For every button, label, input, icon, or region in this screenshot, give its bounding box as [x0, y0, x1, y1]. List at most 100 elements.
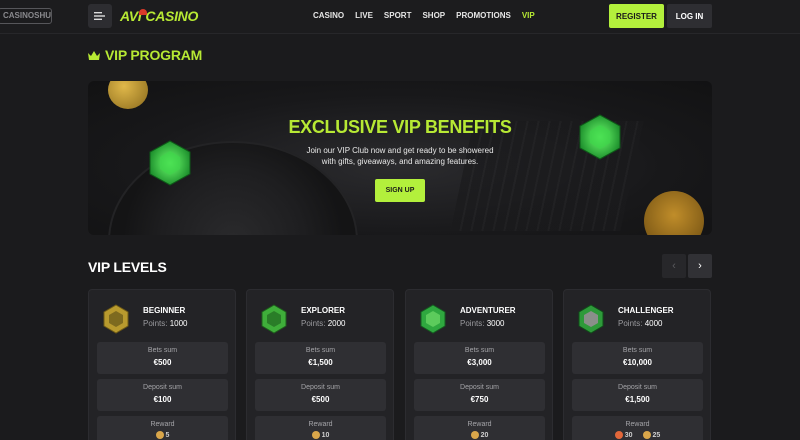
level-name: ADVENTURER: [460, 306, 516, 315]
carousel-next-button[interactable]: ›: [688, 254, 712, 278]
bets-sum-value: €3,000: [467, 358, 492, 367]
challenger-badge-icon: [578, 304, 604, 334]
banner-text: Join our VIP Club now and get ready to b…: [306, 146, 494, 166]
points-label: Points:: [460, 319, 485, 328]
nav-casino[interactable]: CASINO: [313, 11, 344, 20]
bets-sum-value: €10,000: [623, 358, 652, 367]
reward-value: 30: [624, 431, 633, 439]
points-value: 3000: [486, 319, 505, 328]
nav-shop[interactable]: SHOP: [422, 11, 445, 20]
vip-level-card: CHALLENGER Points: 4000 Bets sum €10,000 …: [563, 289, 711, 440]
points-label: Points:: [618, 319, 643, 328]
deposit-sum-box: Deposit sum €1,500: [572, 379, 703, 411]
main-nav: CASINO LIVE SPORT SHOP PROMOTIONS VIP: [313, 11, 546, 20]
points-value: 2000: [327, 319, 346, 328]
level-points: Points: 1000: [143, 319, 188, 328]
nav-promotions[interactable]: PROMOTIONS: [456, 11, 511, 20]
reward-label: Reward: [150, 421, 175, 428]
level-name: CHALLENGER: [618, 306, 674, 315]
logo-text-2: CASINO: [145, 8, 199, 24]
chevron-right-icon: ›: [698, 260, 702, 272]
menu-toggle-button[interactable]: [88, 4, 112, 28]
bets-sum-label: Bets sum: [622, 347, 653, 354]
nav-live[interactable]: LIVE: [355, 11, 373, 20]
deposit-sum-label: Deposit sum: [618, 384, 657, 391]
reward-value: 25: [652, 431, 661, 439]
bets-sum-box: Bets sum €3,000: [414, 342, 545, 374]
bets-sum-value: €500: [153, 358, 172, 367]
chevron-left-icon: ‹: [672, 260, 676, 272]
vip-level-card: ADVENTURER Points: 3000 Bets sum €3,000 D…: [405, 289, 553, 440]
reward-label: Reward: [308, 421, 333, 428]
reward-value: 20: [480, 431, 489, 439]
green-gem-icon: [149, 140, 191, 186]
logo-text-1: AVI: [120, 8, 142, 24]
reward-box: Reward 5: [97, 416, 228, 440]
points-label: Points:: [143, 319, 168, 328]
bets-sum-label: Bets sum: [464, 347, 495, 354]
banner-title: EXCLUSIVE VIP BENEFITS: [288, 117, 512, 137]
header: CASINOSHUNTER AVICASINO CASINO LIVE SPOR…: [0, 0, 800, 34]
crown-icon: [88, 50, 100, 60]
spin-icon: [614, 431, 623, 439]
level-name: EXPLORER: [301, 306, 346, 315]
coin-image: [644, 191, 704, 235]
bets-sum-value: €1,500: [308, 358, 333, 367]
deposit-sum-label: Deposit sum: [143, 384, 182, 391]
vip-banner: EXCLUSIVE VIP BENEFITS Join our VIP Club…: [88, 81, 712, 235]
vip-level-card: EXPLORER Points: 2000 Bets sum €1,500 Dep…: [246, 289, 394, 440]
vip-program-heading: VIP PROGRAM: [88, 47, 202, 63]
reward-box: Reward 20: [414, 416, 545, 440]
coin-icon: [311, 431, 320, 439]
adventurer-badge-icon: [420, 304, 446, 334]
coin-icon: [155, 431, 164, 439]
bets-sum-label: Bets sum: [147, 347, 178, 354]
deposit-sum-value: €100: [153, 395, 172, 404]
deposit-sum-box: Deposit sum €750: [414, 379, 545, 411]
level-points: Points: 2000: [301, 319, 346, 328]
reward-value: 5: [165, 431, 170, 439]
deposit-sum-value: €750: [470, 395, 489, 404]
watermark-logo: CASINOSHUNTER: [0, 8, 52, 24]
carousel-prev-button[interactable]: ‹: [662, 254, 686, 278]
bets-sum-box: Bets sum €10,000: [572, 342, 703, 374]
reward-item: 10: [311, 431, 330, 439]
deposit-sum-label: Deposit sum: [460, 384, 499, 391]
points-label: Points:: [301, 319, 326, 328]
reward-value: 10: [321, 431, 330, 439]
explorer-badge-icon: [261, 304, 287, 334]
sign-up-button[interactable]: SIGN UP: [375, 179, 425, 202]
nav-sport[interactable]: SPORT: [384, 11, 412, 20]
coin-image: [108, 81, 148, 109]
reward-item: 20: [470, 431, 489, 439]
deposit-sum-box: Deposit sum €100: [97, 379, 228, 411]
reward-item: 5: [155, 431, 170, 439]
reward-label: Reward: [625, 421, 650, 428]
bets-sum-box: Bets sum €500: [97, 342, 228, 374]
vip-program-title: VIP PROGRAM: [105, 47, 203, 63]
coin-icon: [642, 431, 651, 439]
bets-sum-label: Bets sum: [305, 347, 336, 354]
santa-hat-icon: [139, 9, 148, 15]
vip-levels-title: VIP LEVELS: [88, 259, 167, 275]
reward-item: 30: [614, 431, 633, 439]
level-name: BEGINNER: [143, 306, 186, 315]
register-button[interactable]: REGISTER: [609, 4, 664, 28]
points-value: 4000: [644, 319, 663, 328]
level-points: Points: 3000: [460, 319, 505, 328]
level-points: Points: 4000: [618, 319, 663, 328]
points-value: 1000: [169, 319, 188, 328]
beginner-badge-icon: [103, 304, 129, 334]
nav-vip[interactable]: VIP: [522, 11, 535, 20]
deposit-sum-box: Deposit sum €500: [255, 379, 386, 411]
reward-box: Reward 10: [255, 416, 386, 440]
site-logo[interactable]: AVI CASINO: [120, 8, 198, 24]
vip-level-card: BEGINNER Points: 1000 Bets sum €500 Depos…: [88, 289, 236, 440]
reward-item: 25: [642, 431, 661, 439]
bets-sum-box: Bets sum €1,500: [255, 342, 386, 374]
menu-arrow-icon: [94, 12, 105, 20]
reward-label: Reward: [467, 421, 492, 428]
deposit-sum-label: Deposit sum: [301, 384, 340, 391]
login-button[interactable]: LOG IN: [667, 4, 712, 28]
deposit-sum-value: €1,500: [625, 395, 650, 404]
